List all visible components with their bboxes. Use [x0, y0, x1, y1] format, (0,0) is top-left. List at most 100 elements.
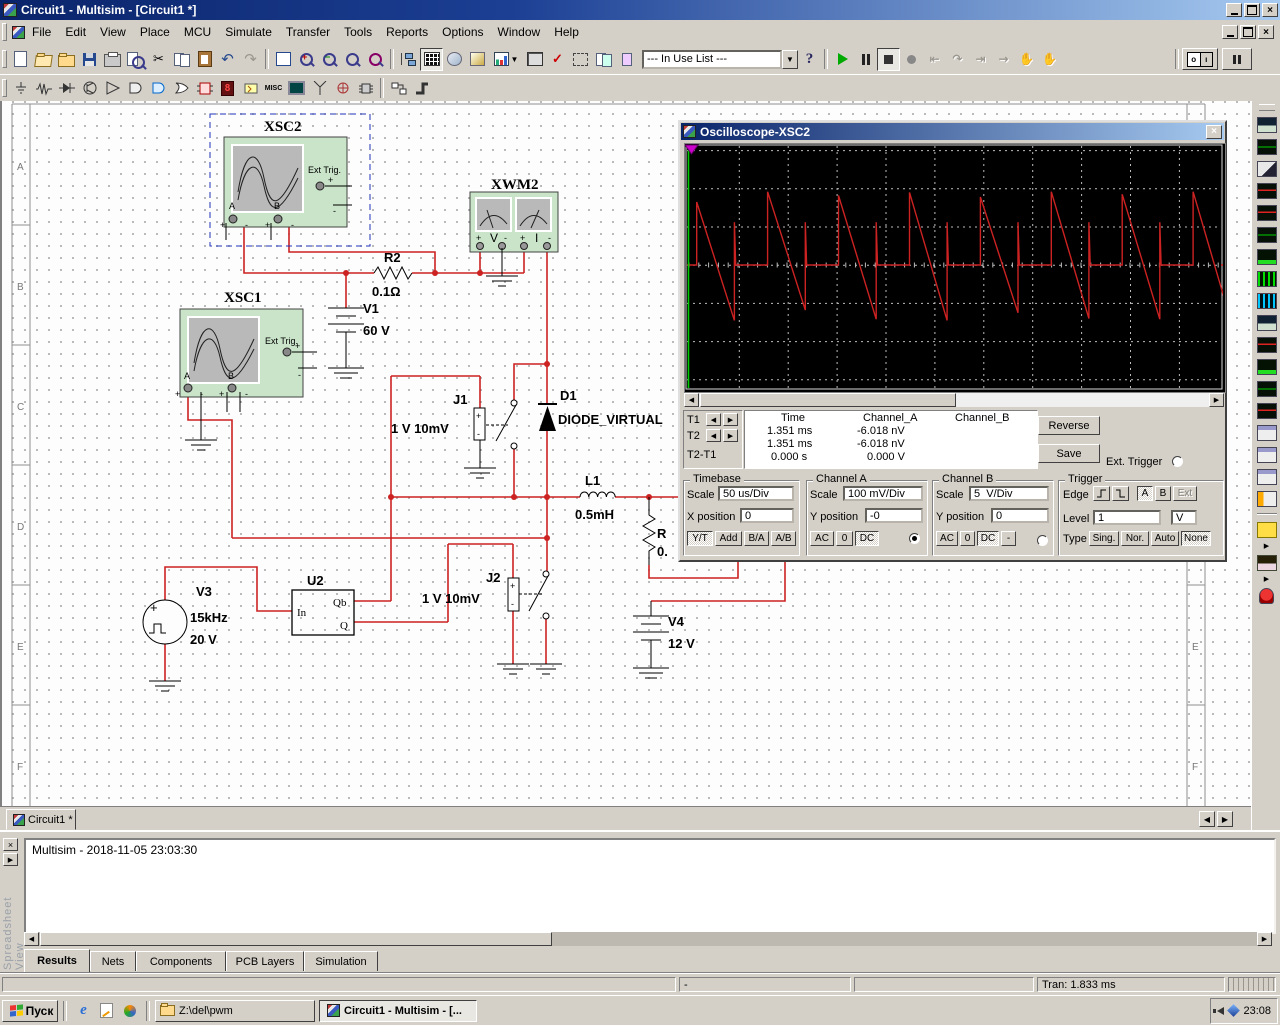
place-bus-button[interactable] [410, 77, 433, 100]
start-button[interactable]: Пуск [2, 1000, 58, 1022]
oscilloscope-close-button[interactable]: × [1206, 125, 1222, 139]
save-trace-button[interactable]: Save [1038, 444, 1100, 463]
tab-simulation[interactable]: Simulation [304, 951, 378, 971]
tab-components[interactable]: Components [136, 951, 226, 971]
labview-dropdown-button[interactable]: ▶ [1255, 574, 1279, 584]
t1-cursor-marker[interactable] [685, 145, 698, 154]
trigger-none-button[interactable]: None [1181, 531, 1211, 546]
tektronix-oscilloscope-button[interactable] [1255, 488, 1279, 509]
mdi-restore-button[interactable] [1240, 25, 1256, 39]
spreadsheet-close-button[interactable]: × [3, 838, 18, 851]
place-transistor-button[interactable] [78, 77, 101, 100]
spreadsheet-view-button[interactable] [420, 48, 443, 71]
quicklaunch-notepad-button[interactable] [95, 999, 118, 1022]
component-j1[interactable]: + - J1 1 V 10mV [391, 392, 517, 449]
grapher-button[interactable]: ▼ [489, 48, 523, 71]
wattmeter-button[interactable] [1255, 158, 1279, 179]
bode-plotter-button[interactable] [1255, 224, 1279, 245]
ab-mode-button[interactable]: A/B [771, 531, 796, 546]
component-d1[interactable]: D1 DIODE_VIRTUAL [538, 388, 663, 431]
in-use-list-dropdown-button[interactable]: ▼ [782, 50, 798, 69]
distortion-analyzer-button[interactable] [1255, 356, 1279, 377]
menu-simulate[interactable]: Simulate [218, 22, 279, 42]
place-mcu-button[interactable] [354, 77, 377, 100]
quicklaunch-mediaplayer-button[interactable] [118, 999, 141, 1022]
agilent-oscilloscope-button[interactable] [1255, 466, 1279, 487]
print-button[interactable] [101, 48, 124, 71]
task-multisim-window[interactable]: Circuit1 - Multisim - [... [319, 1000, 477, 1022]
open-sample-button[interactable] [55, 48, 78, 71]
scope-scrollbar[interactable]: ◀ ▶ [684, 393, 1224, 407]
t2-left-button[interactable]: ◀ [706, 429, 721, 442]
forward-annotate-button[interactable] [615, 48, 638, 71]
zoom-fit-button[interactable] [364, 48, 387, 71]
capture-area-button[interactable] [569, 48, 592, 71]
place-diode-button[interactable] [55, 77, 78, 100]
component-r2[interactable]: R2 0.1Ω [372, 250, 412, 299]
oscilloscope-button[interactable] [1255, 180, 1279, 201]
timebase-xposition-input[interactable] [740, 508, 794, 523]
falling-edge-button[interactable] [1112, 486, 1129, 501]
toolbar-grip-1[interactable] [2, 50, 7, 68]
new-button[interactable] [9, 48, 32, 71]
tab-results[interactable]: Results [24, 949, 90, 972]
tab-scroll-right-button[interactable]: ▶ [1217, 811, 1233, 827]
rising-edge-button[interactable] [1093, 486, 1110, 501]
place-basic-button[interactable] [32, 77, 55, 100]
zoom-out-button[interactable]: − [318, 48, 341, 71]
channel-a-dc-button[interactable]: DC [855, 531, 879, 546]
network-analyzer-button[interactable] [1255, 400, 1279, 421]
spectrum-analyzer-button[interactable] [1255, 378, 1279, 399]
zoom-in-button[interactable]: + [295, 48, 318, 71]
step-over-button[interactable]: ↷ [946, 48, 969, 71]
back-annotate-button[interactable] [592, 48, 615, 71]
cut-button[interactable]: ✂ [147, 48, 170, 71]
design-toolbox-button[interactable] [397, 48, 420, 71]
t1-left-button[interactable]: ◀ [706, 413, 721, 426]
agilent-multimeter-button[interactable] [1255, 444, 1279, 465]
zoom-area-button[interactable] [341, 48, 364, 71]
mdi-minimize-button[interactable] [1222, 25, 1238, 39]
place-electromechanical-button[interactable] [331, 77, 354, 100]
tab-pcb-layers[interactable]: PCB Layers [226, 951, 304, 971]
trigger-auto-button[interactable]: Auto [1151, 531, 1179, 546]
document-tab-circuit1[interactable]: Circuit1 * [6, 809, 76, 830]
place-rf-button[interactable] [308, 77, 331, 100]
channel-a-scale-input[interactable] [843, 486, 923, 501]
channel-b-yposition-input[interactable] [991, 508, 1049, 523]
place-mixed-button[interactable] [193, 77, 216, 100]
window-titlebar[interactable]: Circuit1 - Multisim - [Circuit1 *] × [0, 0, 1280, 20]
oscilloscope-window[interactable]: Oscilloscope-XSC2 × ◀ ▶ T1 ◀ ▶ T2 ◀ ▶ T2… [678, 120, 1227, 562]
menu-edit[interactable]: Edit [58, 22, 93, 42]
full-screen-button[interactable] [272, 48, 295, 71]
agilent-function-generator-button[interactable] [1255, 422, 1279, 443]
task-folder-window[interactable]: Z:\del\pwm [155, 1000, 315, 1022]
place-misc-digital-button[interactable] [170, 77, 193, 100]
timebase-scale-input[interactable] [718, 486, 794, 501]
place-analog-button[interactable] [101, 77, 124, 100]
mdi-close-button[interactable]: × [1258, 25, 1274, 39]
place-advanced-peripherals-button[interactable] [285, 77, 308, 100]
menu-transfer[interactable]: Transfer [279, 22, 337, 42]
channel-a-radio[interactable] [909, 533, 920, 544]
logic-converter-button[interactable] [1255, 312, 1279, 333]
spreadsheet-expand-button[interactable]: ▶ [3, 853, 18, 866]
current-probe-button[interactable] [1255, 585, 1279, 606]
component-l1[interactable]: L1 0.5mH [575, 473, 615, 522]
create-component-button[interactable] [466, 48, 489, 71]
frequency-counter-button[interactable] [1255, 246, 1279, 267]
component-v1[interactable]: V1 60 V [328, 301, 390, 338]
database-manager-button[interactable] [443, 48, 466, 71]
component-v4[interactable]: V4 12 V [633, 614, 695, 651]
trigger-source-b-button[interactable]: B [1155, 486, 1171, 501]
run-stop-switch[interactable]: oı [1182, 48, 1218, 70]
t1-right-button[interactable]: ▶ [723, 413, 738, 426]
step-into-button[interactable]: ⇤ [923, 48, 946, 71]
place-misc-button[interactable]: MISC [262, 77, 285, 100]
pause-at-next-button[interactable]: ✋ [1015, 48, 1038, 71]
measurement-probe-button[interactable] [1255, 519, 1279, 540]
channel-a-ac-button[interactable]: AC [810, 531, 834, 546]
place-source-button[interactable] [9, 77, 32, 100]
menu-tools[interactable]: Tools [337, 22, 379, 42]
log-scrollbar[interactable]: ◀ ▶ [24, 932, 1272, 946]
